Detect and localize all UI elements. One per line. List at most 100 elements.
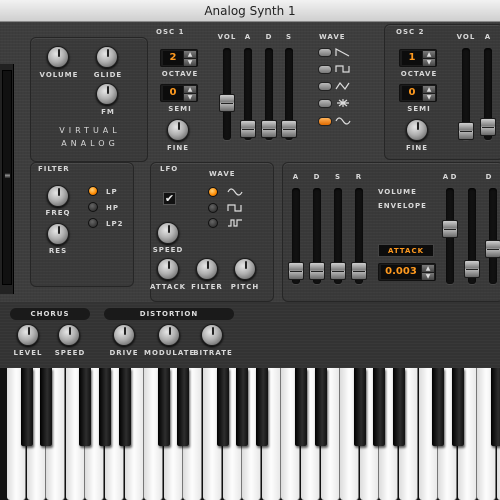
osc1-wave-saw-button[interactable] (318, 48, 332, 57)
osc1-wave-triangle-button[interactable] (318, 82, 332, 91)
black-key[interactable] (491, 368, 500, 446)
black-key[interactable] (216, 368, 229, 446)
noise-wave-icon (337, 99, 349, 107)
osc2-a-fader[interactable] (480, 118, 496, 136)
osc1-a-fader[interactable] (240, 120, 256, 138)
black-key[interactable] (353, 368, 366, 446)
black-key[interactable] (295, 368, 307, 446)
env-d-fader[interactable] (309, 262, 325, 280)
distortion-drive-knob[interactable] (113, 324, 135, 346)
black-key[interactable] (157, 368, 170, 446)
synth-panel: ≡ VOLUME GLIDE FM VIRTUAL ANALOG OSC 1 2… (0, 22, 500, 302)
osc2-a-label: A (484, 33, 492, 41)
sine-wave-icon (227, 188, 243, 196)
osc2-octave-label: OCTAVE (400, 70, 438, 78)
osc1-wave-sine-button[interactable] (318, 117, 332, 126)
black-key[interactable] (373, 368, 386, 446)
stepper-down-icon[interactable]: ▼ (184, 59, 196, 66)
lfo-enable-checkbox[interactable]: ✔ (163, 192, 176, 205)
osc2-fine-knob[interactable] (406, 119, 428, 141)
black-key[interactable] (432, 368, 445, 446)
env-ad-d-fader[interactable] (464, 260, 480, 278)
filter-freq-label: FREQ (45, 209, 71, 217)
osc1-wave-noise-button[interactable] (318, 99, 332, 108)
stepper-up-icon[interactable]: ▲ (184, 86, 196, 93)
env-ad-partial-label: D (485, 173, 493, 181)
black-key[interactable] (177, 368, 190, 446)
left-scrollbar[interactable]: ≡ (0, 64, 14, 294)
scrollbar-thumb[interactable]: ≡ (2, 70, 12, 285)
lfo-speed-label: SPEED (152, 246, 184, 254)
lfo-wave-pulse-radio[interactable] (208, 218, 218, 228)
env-r-fader[interactable] (351, 262, 367, 280)
lfo-pitch-label: PITCH (230, 283, 260, 291)
env-s-fader[interactable] (330, 262, 346, 280)
stepper-up-icon[interactable]: ▲ (184, 51, 196, 58)
env-ad-partial-fader[interactable] (485, 240, 500, 258)
stepper-up-icon[interactable]: ▲ (423, 86, 435, 93)
triangle-wave-icon (335, 81, 350, 91)
distortion-bitrate-knob[interactable] (201, 324, 223, 346)
black-key[interactable] (236, 368, 249, 446)
env-ad-partial-slider[interactable] (489, 188, 497, 284)
effects-section: CHORUS LEVEL SPEED DISTORTION DRIVE MODU… (0, 302, 500, 368)
lfo-filter-knob[interactable] (196, 258, 218, 280)
env-param-value-stepper[interactable]: 0.003 ▲ ▼ (378, 263, 436, 281)
osc1-s-label: S (285, 33, 293, 41)
stepper-down-icon[interactable]: ▼ (184, 94, 196, 101)
osc2-semi-stepper[interactable]: 0 ▲ ▼ (399, 84, 437, 102)
filter-freq-knob[interactable] (47, 185, 69, 207)
env-ad-d-label: D (450, 173, 458, 181)
pulse-wave-icon (228, 219, 242, 227)
osc1-title: OSC 1 (156, 28, 185, 36)
osc1-semi-stepper[interactable]: 0 ▲ ▼ (160, 84, 198, 102)
stepper-down-icon[interactable]: ▼ (423, 94, 435, 101)
lfo-speed-knob[interactable] (157, 222, 179, 244)
filter-lp-radio[interactable] (88, 186, 98, 196)
glide-knob[interactable] (96, 46, 118, 68)
filter-title: FILTER (38, 165, 70, 173)
square-wave-icon (227, 204, 242, 212)
osc1-fine-knob[interactable] (167, 119, 189, 141)
osc1-octave-stepper[interactable]: 2 ▲ ▼ (160, 49, 198, 67)
chorus-speed-knob[interactable] (58, 324, 80, 346)
env-ad-a-fader[interactable] (442, 220, 458, 238)
env-param-name-display: ATTACK (378, 244, 434, 257)
chorus-level-knob[interactable] (17, 324, 39, 346)
distortion-drive-label: DRIVE (109, 349, 139, 357)
filter-lp2-radio[interactable] (88, 218, 98, 228)
osc2-octave-stepper[interactable]: 1 ▲ ▼ (399, 49, 437, 67)
distortion-title: DISTORTION (104, 308, 234, 320)
black-key[interactable] (314, 368, 327, 446)
filter-res-knob[interactable] (47, 223, 69, 245)
osc2-vol-fader[interactable] (458, 122, 474, 140)
black-key[interactable] (20, 368, 33, 446)
stepper-down-icon[interactable]: ▼ (423, 59, 435, 66)
osc1-vol-fader[interactable] (219, 94, 235, 112)
filter-hp-radio[interactable] (88, 202, 98, 212)
lfo-attack-knob[interactable] (157, 258, 179, 280)
volume-knob[interactable] (47, 46, 69, 68)
osc1-d-fader[interactable] (261, 120, 277, 138)
black-key[interactable] (255, 368, 268, 446)
lfo-wave-square-radio[interactable] (208, 203, 218, 213)
black-key[interactable] (393, 368, 405, 446)
black-key[interactable] (118, 368, 131, 446)
env-a-fader[interactable] (288, 262, 304, 280)
osc1-a-label: A (244, 33, 252, 41)
lfo-wave-sine-radio[interactable] (208, 187, 218, 197)
distortion-modulate-knob[interactable] (158, 324, 180, 346)
stepper-up-icon[interactable]: ▲ (422, 265, 434, 272)
black-key[interactable] (79, 368, 92, 446)
env-r-label: R (355, 173, 363, 181)
stepper-down-icon[interactable]: ▼ (422, 273, 434, 280)
stepper-up-icon[interactable]: ▲ (423, 51, 435, 58)
osc1-s-fader[interactable] (281, 120, 297, 138)
black-key[interactable] (99, 368, 111, 446)
black-key[interactable] (451, 368, 464, 446)
osc1-wave-square-button[interactable] (318, 65, 332, 74)
brand-virtual: VIRTUAL (59, 126, 121, 135)
lfo-pitch-knob[interactable] (234, 258, 256, 280)
black-key[interactable] (40, 368, 53, 446)
fm-knob[interactable] (96, 83, 118, 105)
